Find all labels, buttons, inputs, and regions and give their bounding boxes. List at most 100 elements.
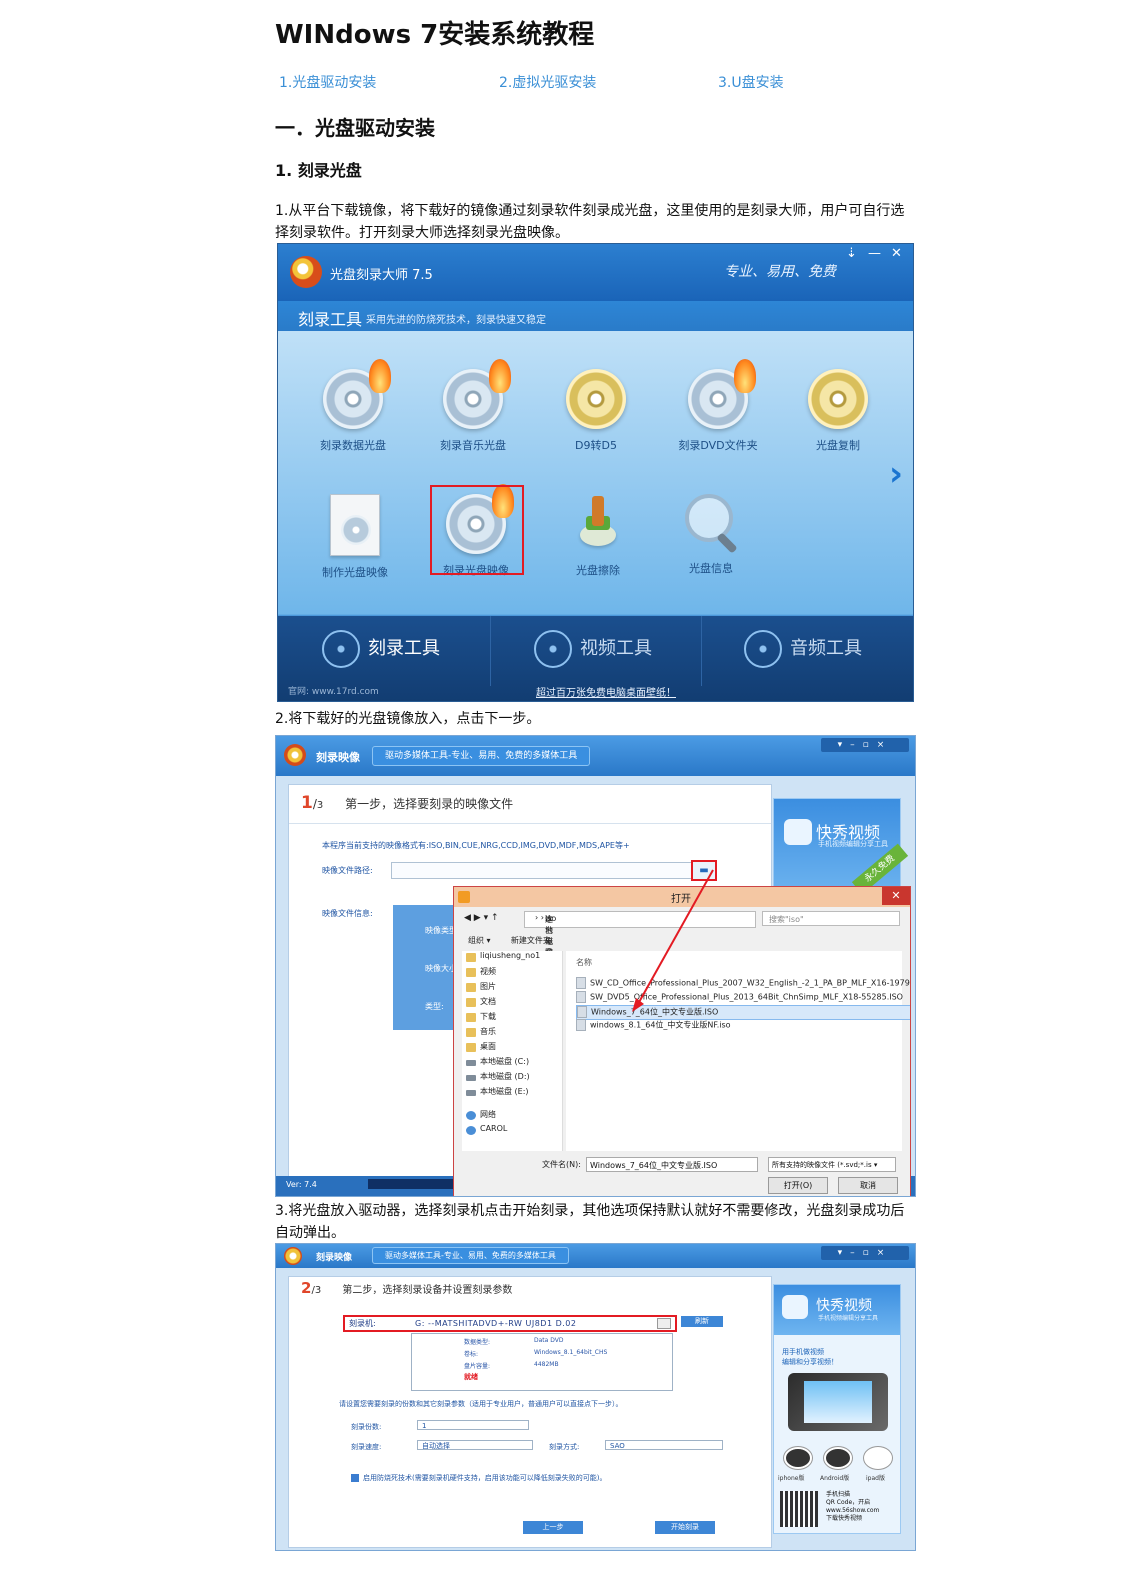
tab-divider	[701, 616, 702, 686]
burner-label: 刻录机:	[349, 1319, 376, 1328]
burner-main-window-screenshot: 光盘刻录大师 7.5 专业、易用、免费 ⇣ — ✕ 刻录工具 采用先进的防烧死技…	[277, 243, 914, 702]
ad-panel[interactable]: 快秀视频 手机视频编辑分享工具 用手机做视频 编辑和分享视频！ iphone版 …	[773, 1284, 901, 1534]
brush-icon	[568, 494, 628, 554]
anti-burnout-checkbox[interactable]: 启用防烧死技术(需要刻录机硬件支持，启用该功能可以降低刻录失败的可能)。	[351, 1473, 606, 1483]
tool-burn-music-disc[interactable]: 刻录音乐光盘	[423, 359, 523, 453]
app-logo-icon	[290, 256, 322, 288]
tool-erase-disc[interactable]: 光盘擦除	[548, 494, 648, 578]
menu-icon[interactable]: ⇣	[846, 246, 857, 261]
disc-info-value: 4482MB	[534, 1361, 559, 1368]
app-title: 刻录映像	[316, 1253, 353, 1263]
start-burn-button[interactable]: 开始刻录	[655, 1521, 715, 1534]
os-label: ipad版	[866, 1475, 885, 1482]
params-hint: 请设置您需要刻录的份数和其它刻录参数（适用于专业用户，普通用户可以直接点下一步）…	[339, 1400, 623, 1408]
tab-divider	[490, 616, 491, 686]
magnifier-icon	[681, 492, 741, 554]
disc-tab-icon	[322, 630, 360, 668]
qr-text: 手机扫描 QR Code，开启 www.56show.com 下载快秀视频	[826, 1491, 880, 1522]
chevron-down-icon[interactable]	[657, 1318, 671, 1329]
step-number: 2	[301, 1279, 312, 1297]
make-image-icon	[330, 494, 380, 556]
tool-label: D9转D5	[575, 439, 617, 452]
music-disc-icon	[443, 359, 511, 429]
tab-label: 刻录工具	[368, 638, 440, 659]
tool-make-image[interactable]: 制作光盘映像	[305, 494, 405, 580]
mode-label: 刻录方式:	[549, 1443, 580, 1451]
os-label: Android版	[820, 1475, 850, 1482]
tab-burn-tools[interactable]: 刻录工具	[322, 630, 440, 668]
window-titlebar: 光盘刻录大师 7.5 专业、易用、免费 ⇣ — ✕	[278, 244, 913, 301]
copies-input[interactable]: 1	[417, 1420, 529, 1430]
tool-label: 刻录音乐光盘	[440, 439, 506, 452]
disc-info-key: 数据类型:	[464, 1339, 491, 1346]
ipad-icon[interactable]	[864, 1447, 892, 1469]
speed-select[interactable]: 自动选择	[417, 1440, 533, 1450]
section-heading: 一．光盘驱动安装	[275, 116, 435, 140]
toc-link-virtual[interactable]: 2.虚拟光驱安装	[499, 72, 596, 92]
ad-sub: 手机视频编辑分享工具	[818, 1315, 879, 1322]
tab-video-tools[interactable]: 视频工具	[534, 630, 652, 668]
tool-label: 光盘擦除	[576, 564, 620, 577]
step-panel: 2/3 第二步，选择刻录设备并设置刻录参数 刻录机: G: --MATSHITA…	[288, 1276, 772, 1548]
tool-disc-info[interactable]: 光盘信息	[661, 492, 761, 576]
disc-status: 就绪	[464, 1373, 478, 1381]
data-disc-icon	[323, 359, 391, 429]
tab-label: 视频工具	[580, 638, 652, 659]
ad-header: 快秀视频 手机视频编辑分享工具	[774, 1285, 900, 1335]
section-desc: 采用先进的防烧死技术，刻录快速又稳定	[366, 315, 546, 326]
app-tagline: 驱动多媒体工具-专业、易用、免费的多媒体工具	[372, 1247, 569, 1264]
app-slogan: 专业、易用、免费	[724, 264, 836, 280]
prev-button[interactable]: 上一步	[523, 1521, 583, 1534]
disc-info-value: Windows_8.1_64bit_CHS	[534, 1349, 608, 1356]
ad-name: 快秀视频	[816, 1298, 872, 1314]
app-logo-icon	[284, 1247, 302, 1265]
copies-label: 刻录份数:	[351, 1423, 382, 1431]
tool-label: 制作光盘映像	[322, 566, 388, 579]
disc-info-key: 盘片容量:	[464, 1363, 491, 1370]
step-total: 3	[314, 1285, 322, 1296]
next-page-chevron-icon[interactable]: ›	[889, 454, 903, 494]
highlight-box	[430, 485, 524, 575]
tool-d9-to-d5[interactable]: D9转D5	[546, 369, 646, 453]
toc-link-disc[interactable]: 1.光盘驱动安装	[279, 72, 376, 92]
close-icon[interactable]: ✕	[891, 246, 902, 261]
tool-burn-dvd-folder[interactable]: 刻录DVD文件夹	[668, 359, 768, 453]
camera-icon	[782, 1295, 808, 1319]
sub-heading: 1. 刻录光盘	[275, 161, 362, 180]
copy-disc-icon	[808, 369, 868, 429]
apple-icon[interactable]	[784, 1447, 812, 1469]
app-title: 光盘刻录大师 7.5	[330, 268, 433, 283]
step-text: 第二步，选择刻录设备并设置刻录参数	[342, 1285, 513, 1296]
qr-code-icon	[780, 1491, 818, 1527]
ad-promo: 用手机做视频 编辑和分享视频！	[782, 1348, 838, 1366]
d9-d5-disc-icon	[566, 369, 626, 429]
burner-value: G: --MATSHITADVD+-RW UJ8D1 D.02	[415, 1319, 577, 1328]
section-name: 刻录工具	[298, 310, 363, 329]
window-controls[interactable]: ▾–▫×	[821, 1246, 909, 1260]
annotation-arrow-icon	[632, 869, 714, 1012]
refresh-button[interactable]: 刷新	[681, 1316, 723, 1327]
film-tab-icon	[534, 630, 572, 668]
official-site: 官网: www.17rd.com	[288, 687, 379, 697]
step-indicator: 2/3 第二步，选择刻录设备并设置刻录参数	[301, 1279, 512, 1297]
minimize-icon[interactable]: —	[868, 246, 881, 261]
tool-copy-disc[interactable]: 光盘复制	[788, 369, 888, 453]
checkbox-label: 启用防烧死技术(需要刻录机硬件支持，启用该功能可以降低刻录失败的可能)。	[363, 1474, 607, 1482]
burn-image-step1-screenshot: 刻录映像 驱动多媒体工具-专业、易用、免费的多媒体工具 ▾–▫× 1/3 第一步…	[275, 735, 916, 1197]
tool-label: 刻录DVD文件夹	[678, 439, 758, 452]
step1-text: 1.从平台下载镜像，将下载好的镜像通过刻录软件刻录成光盘，这里使用的是刻录大师，…	[275, 203, 905, 241]
tool-label: 光盘信息	[689, 562, 733, 575]
wallpaper-ad-link[interactable]: 超过百万张免费电脑桌面壁纸！	[536, 684, 676, 699]
os-label: iphone版	[778, 1475, 805, 1482]
tab-audio-tools[interactable]: 音频工具	[744, 630, 862, 668]
mode-select[interactable]: SAO	[605, 1440, 723, 1450]
burner-select[interactable]: 刻录机: G: --MATSHITADVD+-RW UJ8D1 D.02	[343, 1315, 677, 1332]
step2-text: 2.将下载好的光盘镜像放入，点击下一步。	[275, 711, 541, 727]
page-title: WINdows 7安装系统教程	[275, 20, 595, 50]
tool-burn-data-disc[interactable]: 刻录数据光盘	[303, 359, 403, 453]
dvd-folder-icon	[688, 359, 756, 429]
android-icon[interactable]	[824, 1447, 852, 1469]
disc-info-box: 数据类型: Data DVD 卷标: Windows_8.1_64bit_CHS…	[411, 1333, 673, 1391]
tool-label: 光盘复制	[816, 439, 860, 452]
toc-link-usb[interactable]: 3.U盘安装	[718, 72, 784, 92]
